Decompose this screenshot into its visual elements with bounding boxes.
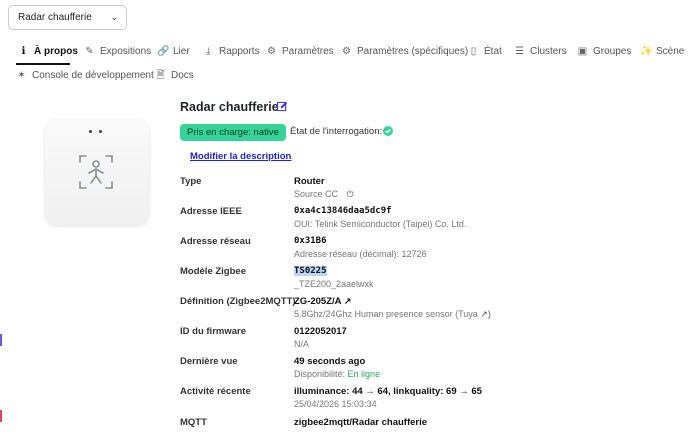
availability-status: En ligne: [347, 369, 381, 379]
model-value-text: TS0225: [294, 266, 327, 276]
activity-timestamp: 25/04/2026 15:03:34: [294, 399, 377, 409]
tab-scene[interactable]: ✨ Scène: [640, 41, 684, 63]
doc-icon: 🗎: [156, 70, 165, 81]
edge-marker: [0, 410, 2, 422]
edge-marker: [0, 334, 2, 346]
device-image: [45, 120, 149, 225]
network-decimal: Adresse réseau (décimal): 12726: [294, 249, 427, 259]
tab-label: Paramètres: [282, 46, 334, 57]
manufacturer-name: _TZE200_2aaelwxk: [294, 279, 374, 289]
file-icon: ▯: [470, 46, 477, 57]
list-icon: ☰: [515, 46, 524, 57]
definition-description: 5.8Ghz/24Ghz Human presence sensor (Tuya…: [294, 309, 491, 320]
bug-icon: ✶: [17, 70, 26, 81]
device-select[interactable]: Radar chaufferie ⌄: [8, 5, 127, 30]
led-dot: [99, 130, 102, 133]
last-seen-label: Dernière vue: [180, 356, 238, 367]
last-seen-value: 49 seconds ago: [294, 356, 366, 367]
definition-description-text: 5.8Ghz/24Ghz Human presence sensor (Tuya: [294, 309, 478, 319]
plug-icon: ⏻: [346, 189, 354, 199]
gear-icon: ⚙: [342, 46, 351, 57]
model-value: TS0225: [294, 266, 327, 276]
pencil-icon: ✎: [85, 46, 94, 57]
definition-value: ZG-205Z/A: [294, 296, 342, 307]
firmware-date: N/A: [294, 339, 310, 349]
chevron-down-icon: ⌄: [110, 12, 118, 22]
type-label: Type: [180, 176, 202, 187]
network-value: 0x31B6: [294, 236, 327, 246]
tab-reporting[interactable]: ⤓ Rapports: [203, 41, 260, 63]
download-icon: ⤓: [206, 46, 211, 57]
ieee-label: Adresse IEEE: [180, 206, 242, 217]
box-icon: ▣: [577, 46, 588, 57]
mqtt-topic: zigbee2mqtt/Radar chaufferie: [294, 417, 428, 428]
ieee-value: 0xa4c13846daa5dc9f: [294, 206, 392, 216]
definition-link[interactable]: ZG-205Z/A ↗: [294, 296, 351, 307]
device-name: Radar chaufferie: [180, 100, 279, 114]
presence-sensor-icon: [79, 155, 113, 189]
tab-label: Lier: [173, 46, 190, 57]
tab-label: Clusters: [530, 46, 567, 57]
support-badge: Pris en charge: native: [180, 124, 286, 141]
link-icon: 🔗: [157, 46, 170, 57]
activity-label: Activité récente: [180, 386, 251, 397]
tab-groups[interactable]: ▣ Groupes: [577, 41, 632, 63]
model-label: Modèle Zigbee: [180, 266, 246, 277]
firmware-value: 0122052017: [294, 326, 347, 337]
tab-label: Expositions: [100, 46, 152, 57]
tab-label: Scène: [656, 46, 685, 57]
check-circle-icon: [383, 126, 393, 136]
tab-about[interactable]: i À propos: [18, 41, 78, 63]
tab-label: Console de développement: [32, 70, 154, 81]
tab-exposes[interactable]: ✎ Expositions: [84, 41, 151, 63]
external-link-icon: ↗: [343, 296, 352, 306]
tab-clusters[interactable]: ☰ Clusters: [514, 41, 567, 63]
activity-value: illuminance: 44 → 64, linkquality: 69 → …: [294, 386, 482, 397]
tab-bind[interactable]: 🔗 Lier: [157, 41, 190, 63]
network-label: Adresse réseau: [180, 236, 251, 247]
interview-status-label: État de l'interrogation:: [290, 126, 383, 137]
tab-docs[interactable]: 🗎 Docs: [155, 65, 194, 87]
info-icon: i: [21, 46, 26, 57]
tab-specific-settings[interactable]: ⚙ Paramètres (spécifiques): [341, 41, 468, 63]
tab-label: Docs: [171, 70, 194, 81]
external-link-icon[interactable]: ↗): [480, 309, 491, 319]
tab-label: État: [484, 46, 502, 57]
device-select-value: Radar chaufferie: [18, 12, 92, 23]
tab-label: Paramètres (spécifiques): [357, 46, 469, 57]
availability: Disponibilité: En ligne: [294, 369, 380, 379]
type-value: Router: [294, 176, 325, 187]
tab-label: À propos: [34, 46, 78, 57]
magic-icon: ✨: [640, 46, 653, 57]
active-tab-indicator: [16, 63, 70, 65]
tab-settings[interactable]: ⚙ Paramètres: [266, 41, 334, 63]
tab-state[interactable]: ▯ État: [468, 41, 502, 63]
mqtt-label: MQTT: [180, 417, 207, 428]
firmware-label: ID du firmware: [180, 326, 246, 337]
edit-icon[interactable]: [277, 101, 288, 112]
led-dot: [89, 130, 92, 133]
tab-dev-console[interactable]: ✶ Console de développement: [16, 65, 154, 87]
tab-label: Rapports: [219, 46, 260, 57]
cogs-icon: ⚙: [267, 46, 276, 57]
power-source-text: Source CC: [294, 189, 339, 199]
ieee-oui: OUI: Telink Semiconductor (Taipei) Co. L…: [294, 219, 467, 229]
power-source: Source CC ⏻: [294, 189, 354, 200]
modify-description-link[interactable]: Modifier la description: [190, 151, 291, 162]
tab-label: Groupes: [593, 46, 632, 57]
definition-label: Définition (Zigbee2MQTT): [180, 296, 296, 307]
availability-label: Disponibilité:: [294, 369, 346, 379]
